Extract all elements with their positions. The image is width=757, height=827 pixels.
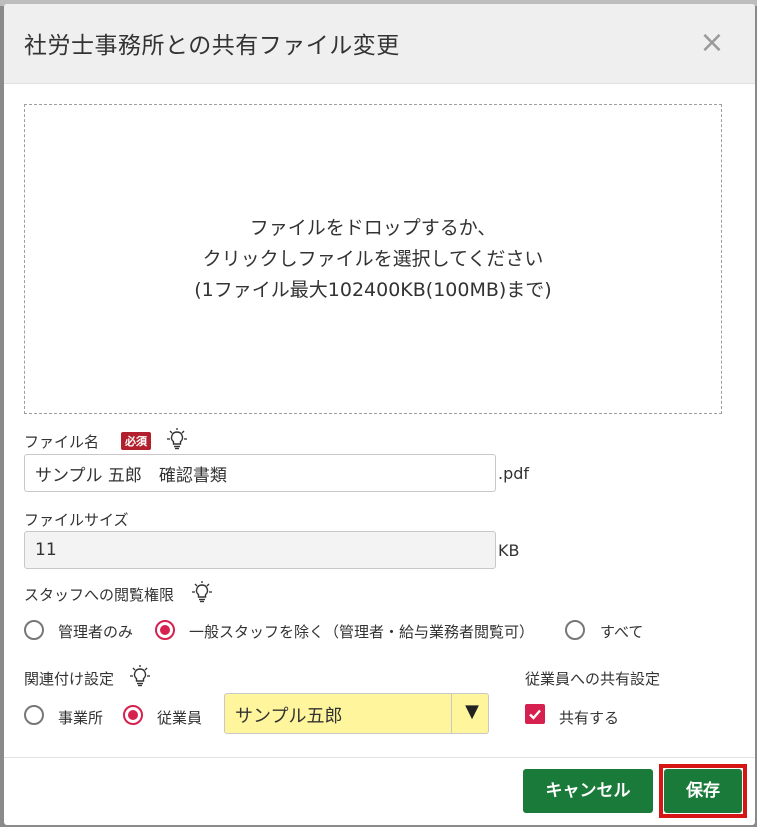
staff-permission-label: スタッフへの閲覧権限 (24, 586, 175, 604)
save-button[interactable]: 保存 (664, 769, 742, 813)
required-badge: 必須 (121, 432, 151, 450)
file-name-input[interactable] (24, 454, 496, 492)
lightbulb-icon[interactable] (129, 665, 151, 687)
lightbulb-icon[interactable] (191, 581, 213, 603)
radio-employee-label[interactable]: 従業員 (157, 707, 202, 728)
footer-divider (4, 757, 755, 758)
share-file-dialog: 社労士事務所との共有ファイル変更 × ファイルをドロップするか、 クリックしファ… (4, 4, 755, 825)
radio-all[interactable] (565, 620, 585, 640)
dropdown-arrow-icon[interactable]: ▼ (465, 701, 479, 722)
radio-admin-only[interactable] (24, 620, 44, 640)
file-dropzone[interactable]: ファイルをドロップするか、 クリックしファイルを選択してください (1ファイル最… (24, 104, 722, 414)
close-icon[interactable]: × (697, 26, 727, 60)
share-checkbox-label[interactable]: 共有する (559, 707, 619, 728)
file-extension: .pdf (498, 464, 530, 483)
cancel-button[interactable]: キャンセル (523, 769, 653, 813)
checkmark-icon (529, 709, 541, 720)
dropzone-line-2: クリックしファイルを選択してください (202, 247, 544, 270)
dialog-title: 社労士事務所との共有ファイル変更 (24, 33, 400, 59)
radio-exclude-general-staff-label[interactable]: 一般スタッフを除く（管理者・給与業務者閲覧可） (189, 621, 534, 642)
employee-share-label: 従業員への共有設定 (525, 670, 661, 688)
file-name-label: ファイル名 (24, 433, 100, 451)
employee-select-value: サンプル五郎 (235, 706, 343, 727)
radio-office-label[interactable]: 事業所 (58, 707, 103, 728)
radio-employee[interactable] (123, 705, 143, 725)
radio-exclude-general-staff[interactable] (155, 620, 175, 640)
employee-select[interactable]: サンプル五郎 ▼ (224, 693, 489, 734)
dropzone-line-1: ファイルをドロップするか、 (249, 216, 497, 239)
file-size-field (24, 531, 496, 569)
lightbulb-icon[interactable] (166, 428, 188, 450)
dialog-header: 社労士事務所との共有ファイル変更 × (4, 4, 755, 84)
dropzone-line-3: (1ファイル最大102400KB(100MB)まで) (194, 278, 552, 301)
radio-office[interactable] (24, 705, 44, 725)
share-checkbox[interactable] (525, 704, 545, 724)
file-size-label: ファイルサイズ (24, 511, 129, 529)
file-size-unit: KB (498, 541, 520, 560)
association-label: 関連付け設定 (24, 670, 115, 688)
radio-admin-only-label[interactable]: 管理者のみ (58, 621, 133, 642)
select-divider (451, 694, 452, 733)
radio-all-label[interactable]: すべて (600, 621, 643, 642)
